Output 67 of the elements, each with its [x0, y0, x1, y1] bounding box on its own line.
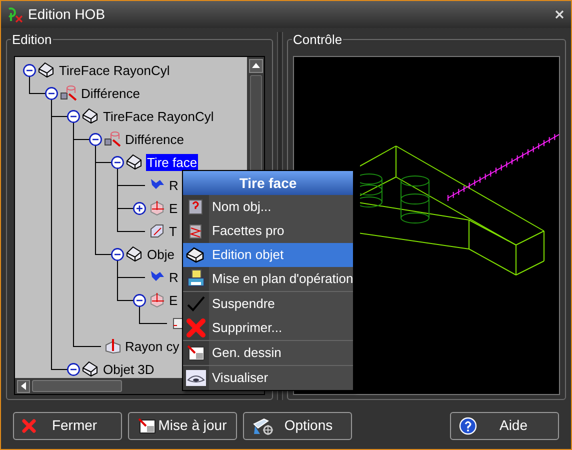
dialog-button[interactable]: Aide — [450, 412, 559, 440]
cylinder-cut-icon — [60, 85, 78, 101]
window-title: Edition HOB — [28, 5, 106, 24]
menu-item[interactable]: Nom obj... — [183, 195, 353, 219]
cube-icon — [148, 292, 166, 308]
app-icon — [6, 6, 24, 22]
panel-title: Edition — [11, 31, 53, 49]
slanted-block-icon — [82, 108, 100, 124]
menu-item[interactable]: Supprimer... — [183, 316, 353, 340]
cube-icon — [148, 200, 166, 216]
drawing-icon — [186, 344, 206, 362]
scroll-thumb[interactable] — [32, 380, 122, 392]
tree-item[interactable]: TireFace RayonCyl — [58, 62, 171, 78]
eye-icon — [185, 369, 207, 387]
menu-item[interactable]: Mise en plan d'opération — [183, 267, 353, 291]
scroll-up-button[interactable] — [248, 58, 262, 72]
panel-title: Contrôle — [292, 31, 344, 49]
dialog-button[interactable]: Options — [243, 412, 352, 440]
collapse-toggle[interactable] — [111, 248, 124, 260]
cube-icon — [104, 338, 122, 354]
cross-icon — [186, 318, 206, 338]
menu-item[interactable]: Suspendre — [183, 292, 353, 316]
cube-icon — [148, 223, 166, 239]
tree-item[interactable]: TireFace RayonCyl — [102, 108, 215, 124]
tools-icon — [252, 416, 274, 436]
slanted-block-icon — [126, 246, 144, 262]
menu-item[interactable]: Gen. dessin — [183, 341, 353, 365]
tree-item[interactable]: Différence — [124, 130, 186, 148]
question-box-icon — [187, 198, 205, 216]
drawing-icon — [137, 416, 157, 434]
collapse-toggle[interactable] — [67, 110, 80, 122]
up-arrow-icon — [252, 63, 260, 68]
dialog-button[interactable]: Fermer — [13, 412, 122, 440]
close-icon — [554, 10, 564, 19]
close-icon — [22, 418, 36, 432]
tree-item[interactable]: E — [168, 292, 179, 308]
slanted-block-icon — [82, 361, 100, 377]
slanted-block-icon — [126, 154, 144, 170]
menu-item[interactable]: Visualiser — [183, 366, 353, 390]
tree-item[interactable]: E — [168, 200, 179, 216]
dialog-button[interactable]: Mise à jour — [128, 412, 237, 440]
slanted-block-icon — [38, 62, 56, 78]
collapse-toggle[interactable] — [23, 64, 36, 76]
tree-item[interactable]: R — [168, 268, 180, 286]
tree-item[interactable]: Rayon cy — [124, 338, 180, 354]
tree-item[interactable]: R — [168, 176, 180, 194]
check-icon — [186, 295, 206, 313]
cylinder-cut-icon — [104, 131, 122, 147]
menu-title: Tire face — [183, 171, 353, 195]
help-icon — [459, 416, 477, 434]
tree-item[interactable]: Obje — [146, 246, 176, 262]
collapse-toggle[interactable] — [89, 132, 102, 146]
menu-item[interactable]: Facettes pro — [183, 219, 353, 243]
left-arrow-icon — [21, 382, 26, 390]
collapse-toggle[interactable] — [45, 86, 58, 100]
menu-item[interactable]: Edition objet — [183, 243, 353, 267]
tree-item[interactable]: T — [168, 222, 178, 240]
tree-item[interactable]: Objet 3D — [102, 360, 156, 378]
scroll-left-button[interactable] — [17, 380, 30, 392]
slanted-block-icon — [186, 246, 206, 264]
tree-item[interactable]: Tire face — [146, 154, 198, 170]
printer-icon — [186, 269, 206, 289]
collapse-toggle[interactable] — [67, 362, 80, 376]
collapse-toggle[interactable] — [111, 156, 124, 168]
collapse-toggle[interactable] — [133, 294, 146, 306]
tree-item[interactable]: Différence — [80, 84, 142, 102]
expand-toggle[interactable] — [133, 202, 146, 214]
